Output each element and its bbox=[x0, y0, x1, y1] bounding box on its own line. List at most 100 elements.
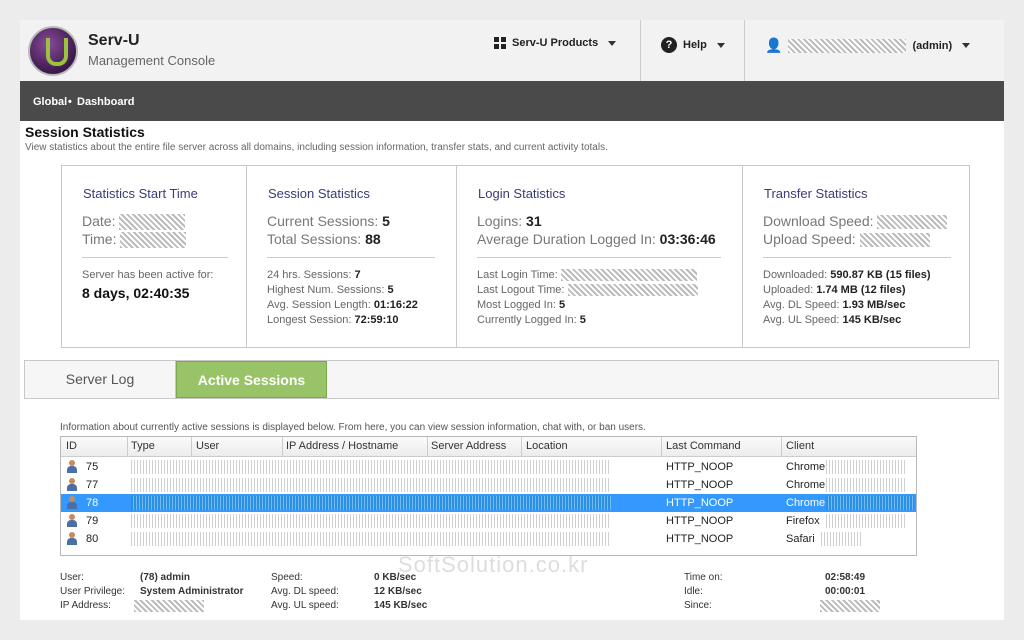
last-logout-time: Last Logout Time: bbox=[477, 284, 698, 297]
active-value: 8 days, 02:40:35 bbox=[82, 285, 190, 301]
column-header[interactable]: Location bbox=[526, 440, 568, 452]
session-id: 79 bbox=[86, 515, 99, 527]
column-header[interactable]: IP Address / Hostname bbox=[286, 440, 398, 452]
table-row[interactable]: 75 HTTP_NOOP Chrome bbox=[61, 458, 916, 476]
redacted-ip bbox=[134, 600, 204, 612]
header-divider bbox=[744, 20, 745, 81]
column-header[interactable]: Client bbox=[786, 440, 814, 452]
redacted-session-details bbox=[131, 532, 611, 546]
avg-session-length: Avg. Session Length: 01:16:22 bbox=[267, 299, 418, 311]
session-id: 78 bbox=[86, 497, 99, 509]
breadcrumb-global[interactable]: Global bbox=[33, 96, 67, 108]
longest-session: Longest Session: 72:59:10 bbox=[267, 314, 399, 326]
column-header[interactable]: Server Address bbox=[431, 440, 506, 452]
divider bbox=[477, 257, 721, 258]
detail-speed-label: Speed: bbox=[271, 572, 303, 583]
detail-user-label: User: bbox=[60, 572, 84, 583]
table-row[interactable]: 79 HTTP_NOOP Firefox bbox=[61, 512, 916, 530]
downloaded: Downloaded: 590.87 KB (15 files) bbox=[763, 269, 931, 281]
column-divider bbox=[282, 437, 283, 456]
sessions-table[interactable]: ID Type User IP Address / Hostname Serve… bbox=[60, 436, 917, 556]
last-login-time: Last Login Time: bbox=[477, 269, 697, 282]
client: Chrome bbox=[786, 479, 826, 491]
current-sessions: Current Sessions: 5 bbox=[267, 213, 390, 229]
table-row-selected[interactable]: 78 HTTP_NOOP Chrome bbox=[61, 494, 916, 512]
table-row[interactable]: 80 HTTP_NOOP Safari bbox=[61, 530, 916, 548]
user-icon bbox=[67, 478, 77, 491]
total-sessions: Total Sessions: 88 bbox=[267, 231, 381, 247]
redacted-username bbox=[788, 38, 907, 53]
highest-sessions: Highest Num. Sessions: 5 bbox=[267, 284, 394, 296]
detail-since-label: Since: bbox=[684, 600, 712, 611]
user-icon bbox=[67, 496, 77, 509]
login-stats-heading: Login Statistics bbox=[478, 186, 566, 201]
average-duration: Average Duration Logged In: 03:36:46 bbox=[477, 231, 716, 247]
divider bbox=[267, 257, 435, 258]
transfer-stats-column: Transfer Statistics Download Speed: Uplo… bbox=[743, 166, 969, 347]
watermark: SoftSolution.co.kr bbox=[398, 552, 589, 577]
last-command: HTTP_NOOP bbox=[666, 461, 734, 473]
session-stats-heading: Session Statistics bbox=[268, 186, 370, 201]
redacted-session-details bbox=[131, 478, 611, 492]
sessions-info-text: Information about currently active sessi… bbox=[60, 422, 646, 433]
user-icon: 👤 bbox=[765, 37, 783, 53]
last-command: HTTP_NOOP bbox=[666, 479, 734, 491]
logins: Logins: 31 bbox=[477, 213, 542, 229]
start-time-heading: Statistics Start Time bbox=[83, 186, 198, 201]
column-divider bbox=[661, 437, 662, 456]
session-id: 75 bbox=[86, 461, 99, 473]
detail-idle-label: Idle: bbox=[684, 586, 703, 597]
login-stats-column: Login Statistics Logins: 31 Average Dura… bbox=[457, 166, 743, 347]
redacted-client-details bbox=[826, 460, 906, 474]
grid-icon bbox=[494, 37, 506, 49]
chevron-down-icon bbox=[716, 42, 725, 48]
detail-timeon-value: 02:58:49 bbox=[825, 572, 866, 583]
app-subtitle: Management Console bbox=[88, 53, 216, 68]
avg-ul-speed: Avg. UL Speed: 145 KB/sec bbox=[763, 314, 902, 326]
start-time: Time: bbox=[82, 231, 187, 249]
detail-timeon-label: Time on: bbox=[684, 572, 723, 583]
start-date: Date: bbox=[82, 213, 186, 231]
detail-avgdl-value: 12 KB/sec bbox=[374, 586, 422, 597]
user-icon bbox=[67, 460, 77, 473]
upload-speed: Upload Speed: bbox=[763, 231, 930, 248]
help-icon: ? bbox=[661, 37, 677, 53]
redacted-session-details bbox=[131, 460, 611, 474]
tab-server-log[interactable]: Server Log bbox=[25, 361, 176, 398]
help-label: Help bbox=[683, 39, 707, 51]
column-header[interactable]: ID bbox=[66, 440, 77, 452]
serv-u-logo bbox=[28, 26, 78, 76]
column-divider bbox=[521, 437, 522, 456]
download-speed: Download Speed: bbox=[763, 213, 948, 230]
detail-avgul-label: Avg. UL speed: bbox=[271, 600, 339, 611]
client: Chrome bbox=[786, 461, 826, 473]
redacted-session-details bbox=[131, 514, 611, 528]
last-command: HTTP_NOOP bbox=[666, 533, 734, 545]
chevron-down-icon bbox=[962, 43, 971, 48]
products-label: Serv-U Products bbox=[512, 37, 599, 49]
header-divider bbox=[640, 20, 641, 81]
serv-u-products-menu[interactable]: Serv-U Products bbox=[494, 37, 617, 49]
session-stats-column: Session Statistics Current Sessions: 5 T… bbox=[247, 166, 457, 347]
column-divider bbox=[127, 437, 128, 456]
redacted-client-details bbox=[826, 514, 906, 528]
breadcrumb-separator: • bbox=[68, 96, 72, 108]
breadcrumb-dashboard[interactable]: Dashboard bbox=[77, 96, 134, 108]
page-description: View statistics about the entire file se… bbox=[25, 142, 608, 153]
sessions-24h: 24 hrs. Sessions: 7 bbox=[267, 269, 361, 281]
tab-active-sessions[interactable]: Active Sessions bbox=[176, 361, 327, 398]
client: Firefox bbox=[786, 515, 820, 527]
column-header[interactable]: Last Command bbox=[666, 440, 741, 452]
column-header[interactable]: Type bbox=[131, 440, 155, 452]
column-header[interactable]: User bbox=[196, 440, 219, 452]
help-menu[interactable]: ? Help bbox=[661, 37, 725, 53]
detail-privilege-value: System Administrator bbox=[140, 586, 244, 597]
user-menu[interactable]: 👤 (admin) bbox=[765, 37, 971, 54]
avg-dl-speed: Avg. DL Speed: 1.93 MB/sec bbox=[763, 299, 906, 311]
table-row[interactable]: 77 HTTP_NOOP Chrome bbox=[61, 476, 916, 494]
client: Chrome bbox=[786, 497, 826, 509]
statistics-panel: Statistics Start Time Date: Time: Server… bbox=[61, 165, 970, 348]
user-role-label: (admin) bbox=[912, 39, 953, 52]
chevron-down-icon bbox=[608, 40, 617, 46]
divider bbox=[763, 257, 951, 258]
